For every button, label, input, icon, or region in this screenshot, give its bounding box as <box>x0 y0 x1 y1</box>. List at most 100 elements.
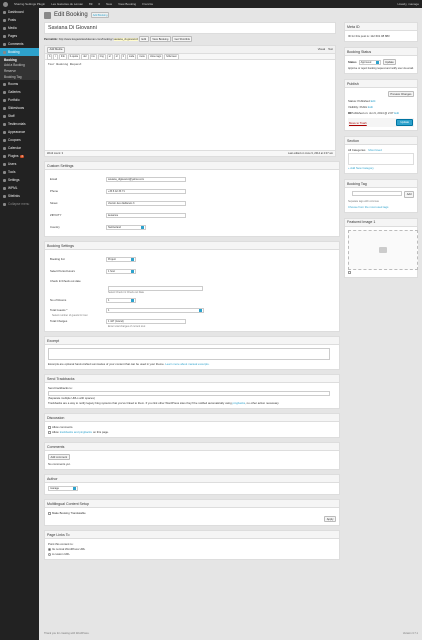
checkin-checkout-input[interactable] <box>108 285 203 291</box>
normal-url-radio[interactable] <box>48 547 51 551</box>
tab-visual[interactable]: Visual <box>318 48 325 51</box>
excerpt-learn-more-link[interactable]: Learn more about manual excerpts. <box>165 362 209 366</box>
qt-close-tags-button[interactable]: close tags <box>147 53 164 60</box>
menu-item-plugins[interactable]: Plugins 2 <box>0 152 39 160</box>
adminbar-new[interactable]: New <box>106 2 112 6</box>
tab-most-used[interactable]: Most Used <box>368 148 381 152</box>
collapse-menu[interactable]: Collapse menu <box>0 200 39 208</box>
pingbacks-link[interactable]: pingbacks <box>233 401 246 405</box>
box-title[interactable]: Comments <box>45 443 339 451</box>
allow-pings-checkbox[interactable] <box>48 430 51 434</box>
qt-bold-button[interactable]: b <box>47 53 53 60</box>
box-title[interactable]: Excerpt <box>45 337 339 345</box>
choose-tags-link[interactable]: Choose from the most used tags <box>348 205 414 209</box>
qt-italic-button[interactable]: i <box>53 53 58 60</box>
adminbar-view[interactable]: View Booking <box>118 2 136 6</box>
box-title[interactable]: Booking Settings <box>45 242 339 250</box>
menu-item-testimonials[interactable]: Testimonials <box>0 120 39 128</box>
featured-image-thumb[interactable] <box>348 270 351 274</box>
translatable-checkbox[interactable] <box>48 511 51 515</box>
menu-item-staff[interactable]: Staff <box>0 112 39 120</box>
menu-item-calendar[interactable]: Calendar <box>0 144 39 152</box>
edit-permalink-button[interactable]: Edit <box>139 35 149 43</box>
excerpt-textarea[interactable] <box>48 348 330 360</box>
apply-button[interactable]: Apply <box>324 516 336 523</box>
menu-item-rooms[interactable]: Rooms <box>0 80 39 88</box>
add-comment-button[interactable]: Add comment <box>48 454 70 461</box>
box-title[interactable]: Custom Settings <box>45 162 339 170</box>
trackbacks-pingbacks-link[interactable]: trackbacks and pingbacks <box>60 430 92 434</box>
menu-item-media[interactable]: Media <box>0 24 39 32</box>
edit-status-link[interactable]: Edit <box>371 99 376 103</box>
box-title[interactable]: Multilingual Content Setup <box>45 500 339 509</box>
menu-item-slideshows[interactable]: Slideshows <box>0 104 39 112</box>
qt-ins-button[interactable]: ins <box>89 53 97 60</box>
box-title[interactable]: Booking Status <box>345 48 417 56</box>
menu-item-comments[interactable]: Comments <box>0 40 39 48</box>
qt-fullscreen-button[interactable]: fullscreen <box>164 53 179 60</box>
custom-url-radio[interactable] <box>48 552 51 556</box>
phone-field[interactable]: +33 6 42 33 71 <box>106 188 186 194</box>
qt-ul-button[interactable]: ul <box>106 53 113 60</box>
adminbar-item[interactable]: Les Gazettes du Léman <box>51 2 83 6</box>
qt-del-button[interactable]: del <box>81 53 89 60</box>
box-title[interactable]: Featured Image 1 <box>345 218 417 227</box>
box-title[interactable]: Page Links To <box>45 531 339 540</box>
zip-city-field[interactable]: lausanne <box>106 212 186 218</box>
menu-item-galleries[interactable]: Galleries <box>0 88 39 96</box>
box-title[interactable]: Author <box>45 475 339 484</box>
editor-textarea[interactable]: Tour Booking Request <box>45 60 335 150</box>
booking-for-select[interactable]: Project <box>106 256 136 262</box>
menu-item-sitelinks[interactable]: Sitelinks <box>0 192 39 200</box>
menu-item-dashboard[interactable]: Dashboard <box>0 8 39 16</box>
allow-comments-checkbox[interactable] <box>48 425 51 429</box>
howdy-user[interactable]: Howdy, manage <box>398 2 419 6</box>
adminbar-item[interactable]: Sharing Settings Plugin <box>14 2 45 6</box>
preview-changes-button[interactable]: Preview Changes <box>387 91 414 98</box>
wordpress-logo-icon[interactable] <box>3 1 8 7</box>
adminbar-language[interactable]: Französ <box>142 2 153 6</box>
menu-item-posts[interactable]: Posts <box>0 16 39 24</box>
submenu-booking-tag[interactable]: Booking Tag <box>0 74 39 80</box>
qt-link-button[interactable]: link <box>58 53 67 60</box>
menu-item-wpml[interactable]: WPML <box>0 184 39 192</box>
total-guests-select[interactable]: 1 <box>106 307 204 313</box>
add-tag-button[interactable]: Add <box>404 191 414 198</box>
menu-item-pages[interactable]: Pages <box>0 32 39 40</box>
qt-li-button[interactable]: li <box>120 53 126 60</box>
street-field[interactable]: chemin des diablerets 3 <box>106 200 186 206</box>
add-booking-button[interactable]: Add Booking <box>90 12 110 18</box>
qt-ol-button[interactable]: ol <box>113 53 120 60</box>
menu-item-tools[interactable]: Tools <box>0 168 39 176</box>
view-booking-button[interactable]: View Booking <box>149 35 171 43</box>
adminbar-comments[interactable]: 0 <box>98 2 100 6</box>
box-title[interactable]: Booking Tag <box>345 180 417 189</box>
update-button[interactable]: Update <box>396 119 413 127</box>
add-media-button[interactable]: Add Media <box>47 46 65 53</box>
box-title[interactable]: Section <box>345 137 417 146</box>
adminbar-updates[interactable]: 89 <box>89 2 92 6</box>
qt-code-button[interactable]: code <box>126 53 137 60</box>
permalink-slug[interactable]: saviana_di-giovanni/ <box>113 37 139 41</box>
tab-all-categories[interactable]: All Categories <box>348 148 365 152</box>
edit-date-link[interactable]: Edit <box>394 111 399 115</box>
move-to-trash-link[interactable]: Move to Trash <box>349 121 367 125</box>
email-field[interactable]: saviana_digiovanni@yahoo.com <box>106 176 186 182</box>
total-charges-field[interactable]: 1 447 (Grand) <box>106 318 186 324</box>
period-hours-select[interactable]: 1 hour <box>106 268 136 274</box>
booking-status-select[interactable]: Approved <box>358 59 381 65</box>
add-new-category-link[interactable]: + Add New Category <box>348 166 414 170</box>
menu-item-booking[interactable]: Booking <box>0 48 39 56</box>
menu-item-users[interactable]: Users <box>0 160 39 168</box>
edit-visibility-link[interactable]: Edit <box>368 105 373 109</box>
menu-item-settings[interactable]: Settings <box>0 176 39 184</box>
box-title[interactable]: Meta ID <box>345 23 417 31</box>
qt-img-button[interactable]: img <box>97 53 106 60</box>
box-title[interactable]: Discussion <box>45 414 339 422</box>
menu-item-coupons[interactable]: Coupons <box>0 136 39 144</box>
featured-image-dropzone[interactable] <box>348 229 418 270</box>
qt-blockquote-button[interactable]: b-quote <box>67 53 81 60</box>
qt-more-button[interactable]: more <box>137 53 147 60</box>
permalink-url[interactable]: http://www.lesgazettesduleman.com/bookin… <box>59 38 113 41</box>
menu-item-portfolio[interactable]: Portfolio <box>0 96 39 104</box>
